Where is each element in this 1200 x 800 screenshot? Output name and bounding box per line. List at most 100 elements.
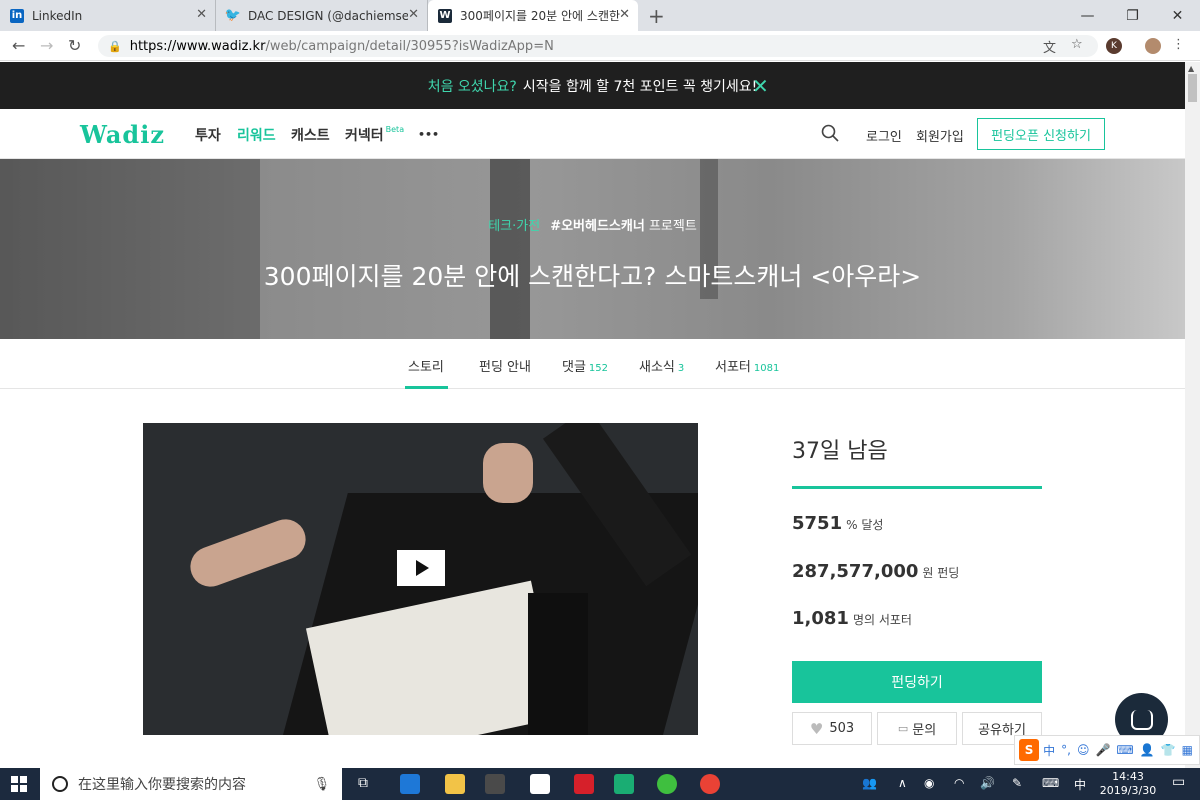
close-tab-icon[interactable]: ✕ [619, 7, 630, 22]
tab-wadiz[interactable]: W 300페이지를 20분 안에 스캔한다 ✕ [428, 0, 638, 31]
sogou-logo-icon[interactable]: S [1019, 739, 1040, 761]
taskbar-search[interactable]: 在这里输入你要搜索的内容 🎙 [40, 768, 342, 800]
tab-news[interactable]: 새소식 3 [639, 356, 684, 375]
nav-connector[interactable]: 커넥터 Beta [345, 125, 404, 145]
video-scanner-post [528, 593, 588, 735]
close-window-icon[interactable]: ✕ [1155, 0, 1200, 31]
reload-icon[interactable]: ↻ [68, 36, 81, 55]
nav-invest[interactable]: 투자 [195, 125, 221, 145]
mail-icon[interactable] [530, 774, 550, 794]
voice-icon[interactable]: 🎤 [1095, 743, 1110, 757]
promo-highlight: 처음 오셨나요? [427, 78, 517, 95]
app-grid-icon[interactable] [614, 774, 634, 794]
address-bar: ← → ↻ 🔒 https://www.wadiz.kr/web/campaig… [0, 31, 1200, 61]
microphone-icon[interactable]: 🎙 [313, 777, 330, 792]
notification-icon[interactable]: ▭ [1172, 774, 1185, 790]
punctuation-icon[interactable]: °, [1061, 743, 1071, 757]
skin-icon[interactable]: 👕 [1161, 743, 1176, 757]
close-tab-icon[interactable]: ✕ [196, 7, 207, 22]
nav-more-icon[interactable]: ••• [418, 128, 439, 141]
new-tab-button[interactable]: + [648, 4, 665, 28]
site-header: Wadiz 투자 리워드 캐스트 커넥터 Beta ••• 로그인 회원가입 펀딩… [0, 109, 1185, 159]
like-button[interactable]: ♥ 503 [792, 712, 872, 745]
tab-story[interactable]: 스토리 [408, 356, 444, 375]
ime-language-toggle[interactable]: 中 [1043, 742, 1055, 759]
cortana-icon [52, 776, 68, 792]
search-icon[interactable] [821, 124, 839, 142]
tab-count: 1081 [753, 363, 780, 374]
amount-stat: 287,577,000 원 펀딩 [792, 561, 959, 582]
profile-avatar[interactable] [1145, 38, 1161, 54]
twitter-icon: 🐦 [224, 8, 242, 23]
amount-unit: 원 펀딩 [922, 566, 960, 580]
project-word: 프로젝트 [648, 219, 697, 234]
category-link[interactable]: 테크·가전 [488, 219, 540, 234]
restore-icon[interactable]: ❐ [1110, 0, 1155, 31]
keyboard-icon[interactable]: ⌨ [1116, 743, 1133, 757]
tab-twitter[interactable]: 🐦 DAC DESIGN (@dachiemsee) | ✕ [216, 0, 428, 31]
close-tab-icon[interactable]: ✕ [408, 7, 419, 22]
app-g-icon[interactable] [574, 774, 594, 794]
wadiz-logo[interactable]: Wadiz [80, 120, 165, 149]
user-icon[interactable]: 👤 [1140, 743, 1155, 757]
supporters-stat: 1,081 명의 서포터 [792, 608, 912, 629]
back-icon[interactable]: ← [12, 36, 25, 55]
extension-avatar-icon[interactable]: K [1106, 38, 1122, 54]
campaign-video[interactable] [143, 423, 698, 735]
hashtag-link[interactable]: #오버헤드스캐너 [550, 219, 645, 234]
wechat-icon[interactable] [657, 774, 677, 794]
tab-supporters[interactable]: 서포터 1081 [715, 356, 779, 375]
promo-banner: 처음 오셨나요? 시작을 함께 할 7천 포인트 꼭 챙기세요! ✕ [0, 62, 1185, 109]
volume-icon[interactable]: 🔊 [980, 776, 995, 790]
clock[interactable]: 14:43 2019/3/30 [1098, 770, 1158, 798]
keyboard-tray-icon[interactable]: ⌨ [1042, 776, 1059, 790]
tab-comments[interactable]: 댓글 152 [562, 356, 608, 375]
forward-icon[interactable]: → [40, 36, 53, 55]
apply-funding-button[interactable]: 펀딩오픈 신청하기 [977, 118, 1105, 150]
pen-icon[interactable]: ✎ [1012, 776, 1022, 790]
url-host: https://www.wadiz.kr [129, 38, 266, 54]
input-language-indicator[interactable]: 中 [1074, 776, 1086, 793]
url-field[interactable]: 🔒 https://www.wadiz.kr/web/campaign/deta… [98, 35, 1098, 57]
beta-badge: Beta [385, 125, 405, 134]
people-icon[interactable]: 👥 [862, 776, 877, 790]
scroll-thumb[interactable] [1188, 74, 1197, 102]
tab-title: LinkedIn [32, 8, 83, 23]
linkedin-icon: in [10, 8, 24, 23]
tab-funding-guide[interactable]: 펀딩 안내 [479, 356, 531, 375]
store-icon[interactable] [485, 774, 505, 794]
tab-title: 300페이지를 20분 안에 스캔한다 [460, 9, 620, 23]
chrome-icon[interactable] [700, 774, 720, 794]
browser-tab-bar: in LinkedIn ✕ 🐦 DAC DESIGN (@dachiemsee)… [0, 0, 1200, 31]
wechat-tray-icon[interactable]: ◉ [924, 776, 934, 790]
wifi-icon[interactable]: ◠ [954, 776, 964, 790]
login-link[interactable]: 로그인 [866, 126, 902, 145]
menu-dots-icon[interactable]: ⋮ [1172, 37, 1185, 52]
lock-icon: 🔒 [108, 39, 122, 53]
supporters-unit: 명의 서포터 [852, 613, 912, 627]
minimize-icon[interactable]: — [1065, 0, 1110, 31]
heart-icon: ♥ [809, 719, 824, 738]
bookmark-star-icon[interactable]: ☆ [1071, 37, 1083, 52]
page-scrollbar[interactable]: ▲ ▼ [1185, 62, 1200, 768]
task-view-icon[interactable]: ⧉ [358, 775, 368, 791]
play-button[interactable] [397, 550, 445, 586]
hero-background-beam [490, 159, 530, 339]
translate-icon[interactable]: 文 [1043, 37, 1056, 56]
emoji-icon[interactable]: ☺ [1077, 743, 1090, 757]
nav-reward[interactable]: 리워드 [237, 125, 276, 145]
tab-linkedin[interactable]: in LinkedIn ✕ [0, 0, 216, 31]
close-promo-icon[interactable]: ✕ [752, 74, 769, 98]
tray-chevron-icon[interactable]: ∧ [898, 776, 907, 790]
inquiry-button[interactable]: ▭ 문의 [877, 712, 957, 745]
signup-link[interactable]: 회원가입 [916, 126, 964, 145]
nav-cast[interactable]: 캐스트 [291, 125, 330, 145]
fund-button[interactable]: 펀딩하기 [792, 661, 1042, 703]
scroll-up-icon[interactable]: ▲ [1188, 64, 1194, 73]
windows-start-icon[interactable] [11, 776, 27, 792]
tab-label: 댓글 [562, 360, 586, 375]
edge-browser-icon[interactable] [400, 774, 420, 794]
toolbox-icon[interactable]: ▦ [1182, 743, 1193, 757]
file-explorer-icon[interactable] [445, 774, 465, 794]
tab-label: 스토리 [408, 360, 444, 375]
